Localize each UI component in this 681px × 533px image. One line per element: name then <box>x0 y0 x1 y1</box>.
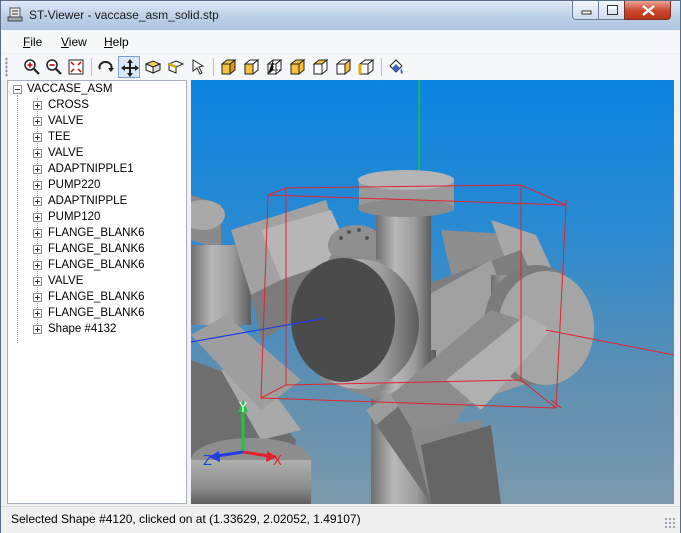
select-edge-icon <box>167 60 185 74</box>
select-pointer-icon <box>192 59 205 75</box>
fill-mode-icon <box>389 59 403 74</box>
zoom-fit-icon <box>68 59 84 75</box>
tree-node-label: FLANGE_BLANK6 <box>48 259 145 271</box>
view-iso-button[interactable] <box>217 56 239 78</box>
zoom-fit-button[interactable] <box>65 56 87 78</box>
expand-icon[interactable] <box>33 133 42 142</box>
title-bar[interactable]: ST-Viewer - vaccase_asm_solid.stp <box>1 1 680 30</box>
view-back-icon <box>266 58 283 76</box>
expand-icon[interactable] <box>33 197 42 206</box>
menu-bar: File View Help <box>1 31 680 53</box>
select-edge-button[interactable] <box>165 56 187 78</box>
tree-node-label: VACCASE_ASM <box>27 83 113 95</box>
tree-node-label: TEE <box>48 131 71 143</box>
view-top-button[interactable] <box>286 56 308 78</box>
zoom-in-button[interactable] <box>21 56 43 78</box>
menu-file[interactable]: File <box>23 35 42 49</box>
tree-node-label: PUMP220 <box>48 179 101 191</box>
view-front-icon <box>243 58 260 76</box>
zoom-out-button[interactable] <box>43 56 65 78</box>
view-right-button[interactable] <box>355 56 377 78</box>
pan-button[interactable] <box>118 56 140 78</box>
zoom-in-icon <box>24 59 40 75</box>
tree-node-label: VALVE <box>48 275 84 287</box>
model-render: Y X Z <box>191 80 674 504</box>
expand-icon[interactable] <box>33 181 42 190</box>
axis-y-label: Y <box>238 401 247 416</box>
app-icon <box>7 7 23 22</box>
select-face-icon <box>144 60 162 74</box>
tree-node-label: Shape #4132 <box>48 323 117 335</box>
menu-view[interactable]: View <box>61 35 87 49</box>
tree-node-label: FLANGE_BLANK6 <box>48 291 145 303</box>
menu-help[interactable]: Help <box>104 35 129 49</box>
toolbar-grip[interactable] <box>5 57 8 77</box>
tree-node-label: ADAPTNIPPLE1 <box>48 163 134 175</box>
expand-icon[interactable] <box>33 165 42 174</box>
tree-node-label: FLANGE_BLANK6 <box>48 307 145 319</box>
view-right-icon <box>358 58 375 76</box>
app-window: ST-Viewer - vaccase_asm_solid.stp File V… <box>0 0 681 533</box>
pan-icon <box>121 59 139 77</box>
view-top-icon <box>289 58 306 76</box>
status-bar: Selected Shape #4120, clicked on at (1.3… <box>1 506 680 533</box>
minimize-button[interactable] <box>572 1 599 20</box>
close-button[interactable] <box>624 1 671 20</box>
expand-icon[interactable] <box>33 309 42 318</box>
rotate-button[interactable] <box>95 56 117 78</box>
expand-icon[interactable] <box>33 117 42 126</box>
toolbar-separator <box>91 58 92 76</box>
expand-icon[interactable] <box>33 149 42 158</box>
tree-node-label: CROSS <box>48 99 89 111</box>
expand-icon[interactable] <box>33 293 42 302</box>
expand-icon[interactable] <box>33 277 42 286</box>
status-text: Selected Shape #4120, clicked on at (1.3… <box>11 512 361 526</box>
view-back-button[interactable] <box>263 56 285 78</box>
window-title: ST-Viewer - vaccase_asm_solid.stp <box>29 8 219 22</box>
tree-node-label: PUMP120 <box>48 211 101 223</box>
tree-node-label: FLANGE_BLANK6 <box>48 243 145 255</box>
view-iso-icon <box>220 58 237 76</box>
maximize-button[interactable] <box>598 1 625 20</box>
rotate-icon <box>98 61 114 72</box>
select-face-button[interactable] <box>142 56 164 78</box>
axis-x-label: X <box>273 454 282 469</box>
expand-icon[interactable] <box>33 261 42 270</box>
resize-grip[interactable] <box>664 517 676 529</box>
select-pointer-button[interactable] <box>188 56 210 78</box>
toolbar <box>1 54 680 80</box>
tree-node-label: VALVE <box>48 147 84 159</box>
view-left-button[interactable] <box>332 56 354 78</box>
expand-icon[interactable] <box>33 325 42 334</box>
view-bottom-icon <box>312 58 329 76</box>
tree-connector <box>17 95 18 343</box>
tree-node-label: VALVE <box>48 115 84 127</box>
tree-node-label: ADAPTNIPPLE <box>48 195 128 207</box>
expand-icon[interactable] <box>33 101 42 110</box>
fill-mode-button[interactable] <box>385 56 407 78</box>
zoom-out-icon <box>46 59 62 75</box>
toolbar-separator <box>381 58 382 76</box>
axis-z-label: Z <box>203 454 212 469</box>
collapse-icon[interactable] <box>13 85 22 94</box>
tree-node-label: FLANGE_BLANK6 <box>48 227 145 239</box>
view-bottom-button[interactable] <box>309 56 331 78</box>
expand-icon[interactable] <box>33 229 42 238</box>
assembly-tree[interactable]: VACCASE_ASM CROSS VALVE TEE VALVE ADAPTNIPPL… <box>7 80 187 504</box>
3d-viewport[interactable]: Y X Z <box>191 80 674 504</box>
expand-icon[interactable] <box>33 245 42 254</box>
expand-icon[interactable] <box>33 213 42 222</box>
toolbar-separator <box>213 58 214 76</box>
view-front-button[interactable] <box>240 56 262 78</box>
view-left-icon <box>335 58 352 76</box>
